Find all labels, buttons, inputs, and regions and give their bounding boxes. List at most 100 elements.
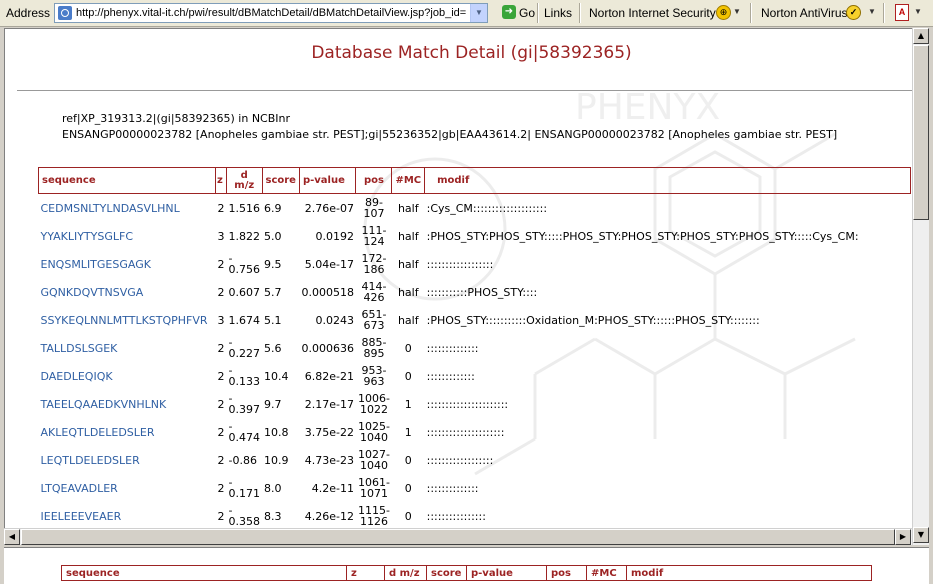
modification-cell: :::::::::::::: bbox=[426, 341, 479, 355]
table-row: CEDMSNLTYLNDASVLHNL 2 1.516 6.9 2.76e-07… bbox=[39, 194, 911, 223]
address-label: Address bbox=[6, 6, 51, 20]
norton-globe-icon[interactable]: ⊕ bbox=[716, 5, 731, 20]
col-header-z[interactable]: z bbox=[215, 167, 227, 194]
sequence-link[interactable]: CEDMSNLTYLNDASVLHNL bbox=[41, 202, 180, 215]
chevron-down-icon[interactable]: ▼ bbox=[733, 7, 741, 16]
score-cell: 6.9 bbox=[264, 201, 282, 215]
score-cell: 5.6 bbox=[264, 341, 282, 355]
score-cell: 10.8 bbox=[264, 425, 289, 439]
position-end: 673 bbox=[363, 319, 385, 332]
dmz-cell: -0.171 bbox=[227, 474, 263, 502]
col-header-mc[interactable]: #MC bbox=[586, 565, 627, 581]
scroll-right-icon[interactable]: ▶ bbox=[895, 529, 911, 545]
horizontal-scrollbar[interactable]: ◀ ▶ bbox=[4, 528, 912, 545]
toolbar-separator bbox=[883, 3, 885, 23]
position-cell: 89- 107 bbox=[356, 194, 392, 223]
sequence-link[interactable]: SSYKEQLNNLMTTLKSTQPHFVR bbox=[41, 314, 208, 327]
chevron-down-icon[interactable]: ▼ bbox=[914, 7, 922, 16]
go-button[interactable]: Go bbox=[519, 6, 535, 20]
vertical-scroll-thumb[interactable] bbox=[913, 45, 929, 220]
norton-antivirus-button[interactable]: Norton AntiVirus bbox=[761, 6, 848, 20]
pvalue-cell: 2.17e-17 bbox=[304, 397, 354, 411]
col-header-pos[interactable]: pos bbox=[546, 565, 587, 581]
col-header-z[interactable]: z bbox=[346, 565, 385, 581]
sequence-link[interactable]: DAEDLEQIQK bbox=[41, 370, 113, 383]
go-arrow-icon[interactable]: ➜ bbox=[502, 5, 516, 19]
dmz-value-line2: 0.171 bbox=[228, 487, 261, 500]
missed-cleavage-cell: 1 bbox=[404, 397, 412, 411]
dmz-value-line2: 0.358 bbox=[228, 515, 261, 528]
col-header-modif[interactable]: modif bbox=[424, 167, 912, 194]
sequence-link[interactable]: AKLEQTLDELEDSLER bbox=[41, 426, 155, 439]
chevron-down-icon[interactable]: ▼ bbox=[868, 7, 876, 16]
col-header-pos[interactable]: pos bbox=[355, 167, 393, 194]
modification-cell: ::::::::::::: bbox=[426, 369, 475, 383]
sequence-link[interactable]: LEQTLDELEDSLER bbox=[41, 454, 140, 467]
sequence-link[interactable]: TALLDSLSGEK bbox=[41, 342, 118, 355]
col-header-score[interactable]: score bbox=[261, 167, 300, 194]
lower-frame: sequence z d m/z score p-value pos #MC m… bbox=[4, 547, 929, 584]
position-end: 186 bbox=[363, 263, 385, 276]
col-header-sequence[interactable]: sequence bbox=[38, 167, 216, 194]
col-header-pvalue[interactable]: p-value bbox=[466, 565, 547, 581]
position-end: 963 bbox=[363, 375, 385, 388]
address-bar[interactable]: http://phenyx.vital-it.ch/pwi/result/dBM… bbox=[54, 3, 488, 23]
dmz-value-line2: 0.397 bbox=[228, 403, 261, 416]
position-cell: 1115- 1126 bbox=[356, 502, 392, 530]
sequence-link[interactable]: IEELEEEVEAER bbox=[41, 510, 122, 523]
pdf-icon[interactable]: A bbox=[895, 4, 909, 21]
col-header-score[interactable]: score bbox=[426, 565, 467, 581]
score-cell: 9.7 bbox=[264, 397, 282, 411]
col-header-dmz[interactable]: d m/z bbox=[384, 565, 427, 581]
missed-cleavage-cell: half bbox=[397, 201, 419, 215]
dmz-cell: 1.822 bbox=[227, 222, 263, 250]
modification-cell: :::::::::::::::: bbox=[426, 509, 486, 523]
col-header-pvalue[interactable]: p-value bbox=[298, 167, 357, 194]
address-url[interactable]: http://phenyx.vital-it.ch/pwi/result/dBM… bbox=[76, 7, 466, 19]
norton-antivirus-icon[interactable]: ✓ bbox=[846, 5, 861, 20]
dmz-cell: -0.474 bbox=[227, 418, 263, 446]
charge-cell: 2 bbox=[217, 425, 225, 439]
scroll-left-icon[interactable]: ◀ bbox=[4, 529, 20, 545]
charge-cell: 2 bbox=[217, 481, 225, 495]
scroll-up-icon[interactable]: ▲ bbox=[913, 28, 929, 44]
dmz-cell: -0.756 bbox=[227, 250, 263, 278]
col-header-mc[interactable]: #MC bbox=[391, 167, 426, 194]
position-cell: 1061- 1071 bbox=[356, 474, 392, 502]
dmz-value-line2: 0.756 bbox=[228, 263, 261, 276]
modification-cell: :::::::::::::: bbox=[426, 481, 479, 495]
score-cell: 5.7 bbox=[264, 285, 282, 299]
links-button[interactable]: Links bbox=[544, 6, 572, 20]
position-cell: 172- 186 bbox=[356, 250, 392, 278]
horizontal-scroll-thumb[interactable] bbox=[21, 529, 895, 545]
sequence-link[interactable]: GQNKDQVTNSVGA bbox=[41, 286, 144, 299]
scroll-down-icon[interactable]: ▼ bbox=[913, 527, 929, 543]
col-header-modif[interactable]: modif bbox=[626, 565, 872, 581]
missed-cleavage-cell: 0 bbox=[404, 509, 412, 523]
pvalue-cell: 0.000518 bbox=[301, 285, 354, 299]
norton-internet-security-button[interactable]: Norton Internet Security bbox=[589, 6, 716, 20]
charge-cell: 3 bbox=[217, 313, 225, 327]
col-header-sequence[interactable]: sequence bbox=[61, 565, 347, 581]
missed-cleavage-cell: 1 bbox=[404, 425, 412, 439]
sequence-link[interactable]: TAEELQAAEDKVNHLNK bbox=[41, 398, 167, 411]
sequence-link[interactable]: LTQEAVADLER bbox=[41, 482, 118, 495]
table-row: LEQTLDELEDSLER 2 -0.86 10.9 4.73e-23 102… bbox=[39, 446, 911, 474]
dmz-cell: -0.227 bbox=[227, 334, 263, 362]
charge-cell: 2 bbox=[217, 285, 225, 299]
sequence-link[interactable]: YYAKLIYTYSGLFC bbox=[41, 230, 134, 243]
dmz-cell: -0.133 bbox=[227, 362, 263, 390]
vertical-scrollbar[interactable]: ▲ ▼ bbox=[912, 28, 929, 545]
table-row: TAEELQAAEDKVNHLNK 2 -0.397 9.7 2.17e-17 … bbox=[39, 390, 911, 418]
dmz-cell: 1.674 bbox=[227, 306, 263, 334]
page-icon bbox=[58, 6, 72, 20]
pvalue-cell: 3.75e-22 bbox=[304, 425, 354, 439]
sequence-link[interactable]: ENQSMLITGESGAGK bbox=[41, 258, 151, 271]
dmz-value-line1: 1.516 bbox=[228, 201, 261, 215]
score-cell: 10.4 bbox=[264, 369, 289, 383]
position-end: 107 bbox=[363, 207, 385, 220]
address-dropdown-icon[interactable]: ▼ bbox=[470, 4, 487, 22]
col-header-dmz[interactable]: d m/z bbox=[226, 167, 263, 194]
dmz-value-line2: 0.474 bbox=[228, 431, 261, 444]
modification-cell: :PHOS_STY:PHOS_STY:::::PHOS_STY:PHOS_STY… bbox=[426, 229, 859, 243]
